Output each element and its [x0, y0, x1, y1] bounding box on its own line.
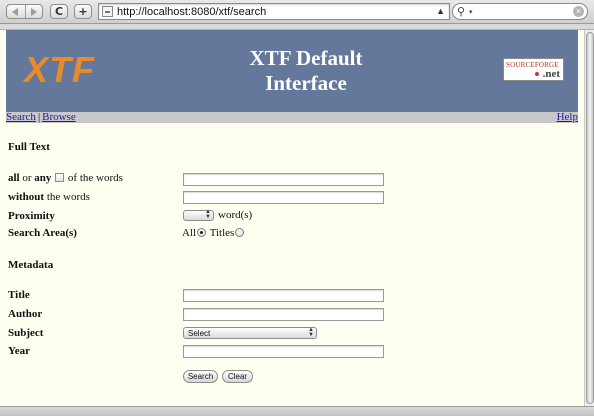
address-dropdown-icon[interactable]: ▲ [436, 6, 445, 16]
page-viewport: XTF XTF Default Interface SOURCEFORGE .n… [0, 30, 584, 406]
subject-select[interactable]: Select ▲ ▼ [183, 327, 317, 339]
clear-search-icon[interactable]: × [573, 6, 584, 17]
nav-search-link[interactable]: Search [6, 111, 36, 123]
proximity-select[interactable]: ▲ ▼ [183, 209, 214, 221]
back-icon[interactable] [12, 8, 18, 16]
without-bold: without [8, 191, 45, 203]
vertical-scroll-thumb[interactable] [586, 32, 594, 404]
area-titles-radio[interactable] [235, 228, 245, 237]
subject-select-arrows-icon: ▲ ▼ [308, 327, 314, 338]
add-bookmark-button[interactable]: + [74, 4, 92, 19]
author-input[interactable] [183, 308, 384, 321]
title-label: Title [8, 289, 30, 301]
search-button[interactable]: Search [183, 370, 218, 383]
sourceforge-dot-icon [535, 72, 539, 76]
all-any-label: all or any of the words [8, 172, 123, 184]
browser-toolbar: C + http://localhost:8080/xtf/search ▲ ⚲… [0, 0, 594, 24]
area-all-label: All [182, 227, 197, 239]
any-label: any [34, 172, 52, 184]
xtf-logo[interactable]: XTF [24, 49, 95, 91]
search-engine-dropdown-icon[interactable]: ▾ [469, 8, 473, 16]
year-input[interactable] [183, 345, 384, 358]
author-label: Author [8, 308, 43, 320]
all-label: all [8, 172, 20, 184]
forward-icon[interactable] [31, 8, 37, 16]
address-bar-url[interactable]: http://localhost:8080/xtf/search [117, 6, 266, 18]
select-arrows-icon: ▲ ▼ [205, 209, 211, 220]
sourceforge-badge-net: .net [542, 68, 560, 80]
nav-help-link[interactable]: Help [557, 112, 578, 123]
reload-button[interactable]: C [50, 4, 68, 19]
proximity-unit: word(s) [218, 209, 253, 221]
year-label: Year [8, 345, 30, 357]
of-the-words-label: of the words [65, 172, 123, 184]
page-title-line1: XTF Default [249, 46, 363, 70]
all-any-toggle[interactable] [55, 173, 65, 182]
back-forward-divider [25, 5, 26, 18]
or-label: or [19, 172, 35, 184]
without-words-input[interactable] [183, 191, 384, 204]
vertical-scrollbar[interactable] [584, 30, 594, 406]
metadata-heading: Metadata [8, 259, 54, 271]
title-input[interactable] [183, 289, 384, 302]
subject-select-value: Select [188, 329, 211, 338]
search-area-options: All Titles [182, 227, 245, 239]
browser-search-field[interactable]: ⚲ ▾ × [452, 3, 588, 20]
proximity-label: Proximity [8, 210, 55, 222]
page-favicon-icon [102, 6, 113, 17]
full-text-heading: Full Text [8, 141, 50, 153]
address-bar[interactable]: http://localhost:8080/xtf/search ▲ [98, 3, 450, 20]
search-area-label: Search Area(s) [8, 227, 77, 239]
back-forward-buttons[interactable] [6, 4, 43, 19]
area-all-radio[interactable] [197, 228, 207, 237]
header-banner: XTF XTF Default Interface SOURCEFORGE .n… [6, 30, 578, 112]
page-title-line2: Interface [265, 71, 347, 95]
page-title: XTF Default Interface [196, 46, 416, 96]
all-words-input[interactable] [183, 173, 384, 186]
clear-button[interactable]: Clear [222, 370, 253, 383]
nav-browse-link[interactable]: Browse [42, 111, 76, 123]
subject-label: Subject [8, 327, 44, 339]
sourceforge-badge[interactable]: SOURCEFORGE .net [503, 58, 564, 81]
window-bottom-bar [0, 406, 594, 416]
without-label: without the words [8, 191, 90, 203]
nav-bar: Search | Browse Help [6, 112, 578, 123]
search-icon: ⚲ [457, 6, 466, 18]
without-rest: the words [44, 191, 90, 203]
area-titles-label: Titles [209, 227, 235, 239]
